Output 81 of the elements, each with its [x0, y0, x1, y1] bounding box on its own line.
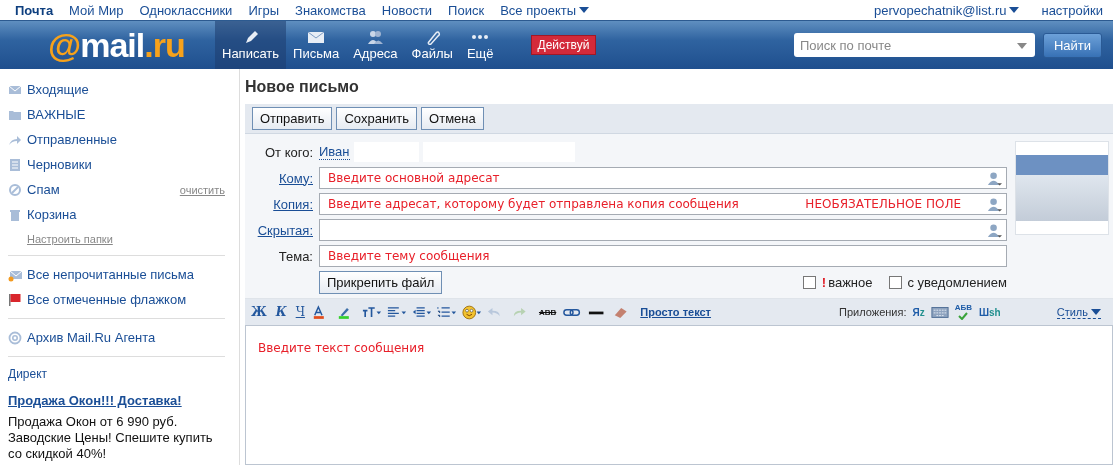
field-label: От кого: [264, 144, 313, 160]
font-size-icon[interactable] [361, 304, 382, 320]
underline-button[interactable]: Ч [293, 305, 307, 319]
bold-button[interactable]: Ж [249, 305, 269, 319]
folder-link[interactable]: Корзина [27, 207, 77, 222]
contact-icon [987, 196, 1002, 212]
top-nav-link[interactable]: Знакомства [295, 2, 366, 18]
message-body-field[interactable]: Введите текст сообщения [245, 325, 1113, 465]
sender-name[interactable]: Иван [319, 144, 350, 160]
ad-title-link[interactable]: Продажа Окон!!! Доставка! [8, 393, 182, 408]
checkbox[interactable] [888, 276, 902, 289]
action-button[interactable]: Отправить [252, 107, 333, 130]
field-note: НЕОБЯЗАТЕЛЬНОЕ ПОЛЕ [805, 197, 961, 211]
top-nav-link[interactable]: Все проекты [500, 2, 589, 18]
search-field[interactable]: Поиск по почте [793, 33, 1035, 57]
spellcheck-button[interactable]: АБВ [953, 304, 973, 320]
folder-link[interactable]: Черновики [27, 157, 92, 172]
ad-section-title: Директ [8, 367, 49, 381]
strikethrough-button[interactable]: ABB [536, 307, 559, 317]
account-menu[interactable]: pervopechatnik@list.ru [874, 2, 1020, 18]
settings-link[interactable]: настройки [1041, 2, 1103, 18]
filter-link[interactable]: Все отмеченные флажком [27, 292, 187, 307]
plain-text-link[interactable]: Просто текст [640, 306, 711, 318]
trash-icon [8, 207, 22, 222]
numbered-list-icon[interactable] [436, 304, 457, 320]
search-button[interactable]: Найти [1042, 32, 1102, 58]
envelope-icon [306, 29, 327, 45]
page-title: Новое письмо [245, 78, 360, 97]
contact-icon [987, 222, 1002, 238]
folder-link[interactable]: Входящие [27, 82, 89, 97]
dropdown-caret-icon[interactable] [1016, 43, 1027, 49]
configure-folders-link[interactable]: Настроить папки [27, 233, 231, 245]
agent-archive-link[interactable]: Архив Mail.Ru Агента [27, 330, 156, 345]
folder-link[interactable]: ВАЖНЫЕ [27, 107, 86, 122]
nav-tab[interactable]: Адреса [346, 21, 405, 69]
checkbox-label: важное [828, 275, 873, 290]
field-label-link[interactable]: Кому: [279, 170, 313, 186]
contact-icon [987, 170, 1002, 186]
checkbox-label: с уведомлением [907, 275, 1007, 290]
recipient-field[interactable] [319, 219, 1007, 241]
indent-icon[interactable] [411, 304, 432, 320]
document-icon [8, 157, 22, 172]
flag-icon [8, 292, 22, 307]
nav-tab[interactable]: Написать [215, 21, 287, 69]
top-nav-link[interactable]: Новости [381, 2, 433, 18]
top-nav-link[interactable]: Одноклассники [139, 2, 233, 18]
clear-link[interactable]: очистить [179, 183, 225, 196]
attach-file-button[interactable]: Прикрепить файл [319, 271, 443, 294]
nav-tab[interactable]: Письма [286, 21, 347, 69]
filter-link[interactable]: Все непрочитанные письма [27, 267, 194, 282]
nav-tab[interactable]: Файлы [404, 21, 460, 69]
recipient-field[interactable]: Введите основной адресат [319, 167, 1007, 189]
checkbox[interactable] [802, 276, 816, 289]
recipient-field[interactable]: Введите адресат, которому будет отправлена копия сообщения НЕОБЯЗАТЕЛЬНОЕ ПОЛЕ [319, 193, 1007, 215]
top-nav-link[interactable]: Поиск [448, 2, 485, 18]
top-nav-link[interactable]: Игры [248, 2, 280, 18]
checkmark-icon [958, 312, 969, 320]
promo-button[interactable]: Действуй [530, 35, 597, 55]
keyboard-icon[interactable] [930, 304, 949, 320]
apps-label: Приложения: [839, 306, 907, 318]
ad-text: Продажа Окон от 6 990 руб. Заводские Цены! Спешите купить со скидкой 40%! [8, 414, 214, 462]
style-menu[interactable]: Стиль [1056, 305, 1101, 319]
align-icon[interactable] [386, 304, 407, 320]
nav-tab[interactable]: Ещё [459, 21, 501, 69]
field-label: Тема: [278, 248, 313, 264]
folder-link[interactable]: Отправленные [27, 132, 117, 147]
field-label-link[interactable]: Копия: [273, 196, 313, 212]
people-icon [365, 29, 386, 45]
field-label-link[interactable]: Скрытая: [257, 222, 313, 238]
blocked-icon [8, 182, 22, 197]
smiley-icon[interactable] [461, 304, 482, 320]
logo[interactable]: @mail.ru [0, 28, 215, 62]
top-nav-link[interactable]: Мой Мир [69, 2, 124, 18]
action-button[interactable]: Сохранить [336, 107, 418, 130]
action-button[interactable]: Отмена [421, 107, 484, 130]
top-nav-link[interactable]: Почта [15, 2, 54, 18]
important-mark: ! [821, 275, 827, 290]
italic-button[interactable]: К [273, 305, 289, 319]
subject-field[interactable]: Введите тему сообщения [319, 245, 1007, 267]
caret-icon [1009, 7, 1020, 13]
folder-link[interactable]: Спам [27, 182, 60, 197]
